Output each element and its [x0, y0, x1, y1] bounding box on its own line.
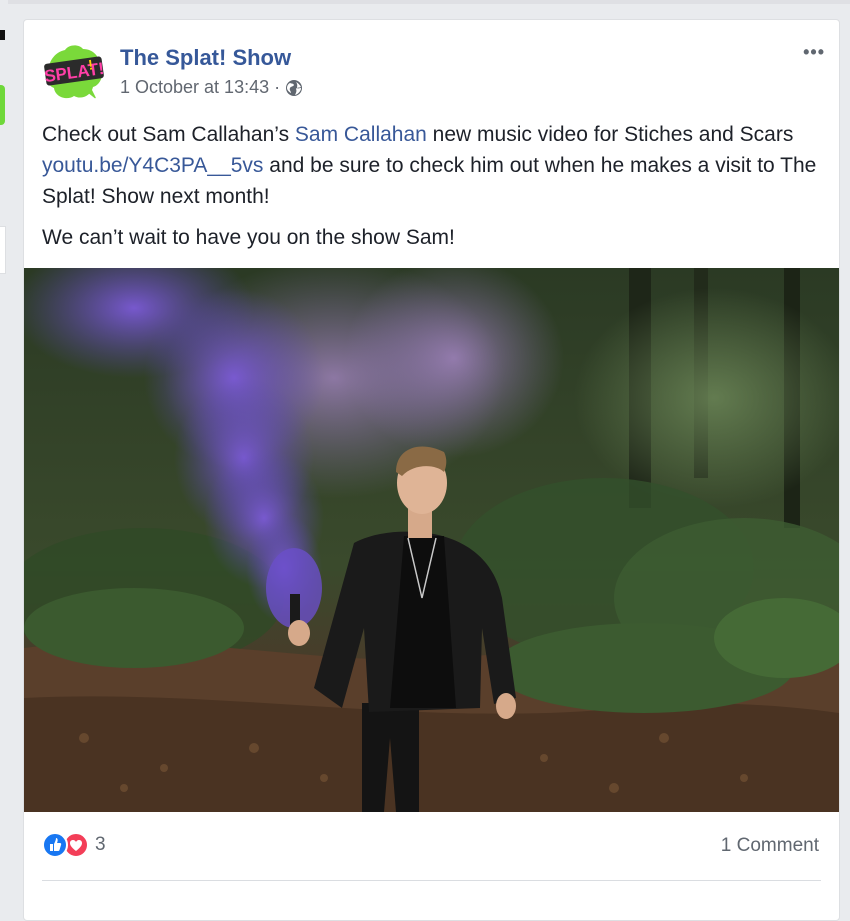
page-name-link[interactable]: The Splat! Show	[120, 45, 291, 71]
left-edge-mark	[0, 30, 5, 40]
post-paragraph-2: We can’t wait to have you on the show Sa…	[42, 226, 455, 249]
top-card-edge	[8, 0, 850, 4]
post-paragraph-1: Check out Sam Callahan’s Sam Callahan ne…	[42, 119, 832, 212]
meta-separator: ·	[274, 77, 281, 97]
reaction-summary[interactable]: 3	[42, 832, 106, 858]
left-edge-green-mark	[0, 85, 5, 125]
globe-icon[interactable]	[285, 79, 303, 97]
mention-link[interactable]: Sam Callahan	[295, 123, 427, 146]
post-photo[interactable]	[24, 268, 839, 812]
comments-count-link[interactable]: 1 Comment	[721, 835, 819, 857]
post-options-button[interactable]: •••	[803, 42, 825, 63]
splat-logo-icon: SPLAT! !	[41, 40, 107, 106]
post-timestamp[interactable]: 1 October at 13:43	[120, 77, 269, 98]
post-body: Check out Sam Callahan’s Sam Callahan ne…	[42, 119, 832, 263]
left-edge	[0, 0, 8, 897]
footer-divider	[42, 880, 821, 881]
post-text-segment: new music video for Stiches and Scars	[426, 123, 794, 146]
page-avatar[interactable]: SPLAT! !	[41, 40, 107, 106]
post-card: SPLAT! ! The Splat! Show 1 October at 13…	[23, 19, 840, 921]
youtube-link[interactable]: youtu.be/Y4C3PA__5vs	[42, 154, 263, 177]
post-text-segment: Check out Sam Callahan’s	[42, 123, 295, 146]
reaction-count: 3	[95, 834, 106, 855]
like-icon	[42, 832, 68, 858]
left-edge-box	[0, 226, 6, 274]
post-meta: 1 October at 13:43 ·	[120, 77, 303, 98]
photo-man-purple-smoke-forest-icon	[24, 268, 839, 812]
